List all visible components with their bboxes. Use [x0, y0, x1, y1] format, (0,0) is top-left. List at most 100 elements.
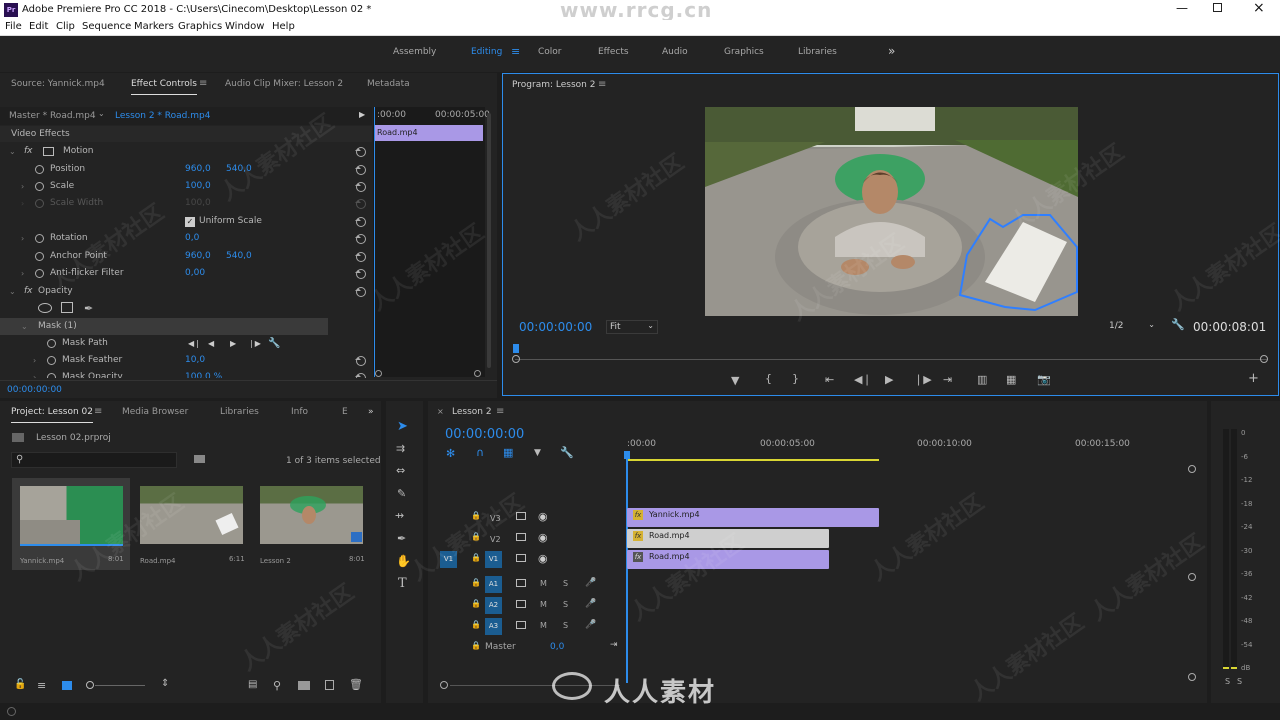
add-marker-icon[interactable]: ▼: [731, 374, 739, 387]
voice-over-icon[interactable]: 🎤: [585, 620, 596, 630]
menu-window[interactable]: Window: [225, 21, 264, 32]
property-value-x[interactable]: 960,0: [185, 161, 211, 178]
tab-source[interactable]: Source: Yannick.mp4: [11, 73, 105, 95]
expand-mask-icon[interactable]: ⌄: [21, 318, 28, 335]
mask-row[interactable]: ⌄ Mask (1): [0, 318, 328, 335]
workspace-graphics[interactable]: Graphics: [724, 47, 764, 57]
automate-to-sequence-icon[interactable]: ▤: [248, 679, 257, 690]
tab-e[interactable]: E: [342, 401, 348, 423]
mini-clip[interactable]: Road.mp4: [374, 125, 483, 141]
voice-over-icon[interactable]: 🎤: [585, 578, 596, 588]
lock-icon[interactable]: 🔒: [471, 553, 481, 562]
mute-button[interactable]: M: [540, 579, 547, 588]
scroll-handle[interactable]: [440, 681, 448, 689]
trash-icon[interactable]: 🗑: [349, 678, 363, 691]
new-item-icon[interactable]: [325, 680, 334, 690]
reset-icon[interactable]: [355, 182, 366, 192]
reset-icon[interactable]: [355, 147, 366, 157]
icon-view-icon[interactable]: [62, 681, 72, 690]
stopwatch-icon[interactable]: [47, 356, 56, 365]
tab-media-browser[interactable]: Media Browser: [122, 401, 188, 423]
reset-icon[interactable]: [355, 252, 366, 262]
track-name[interactable]: A3: [485, 618, 502, 635]
expand-icon[interactable]: ›: [21, 230, 24, 247]
voice-over-icon[interactable]: 🎤: [585, 599, 596, 609]
reset-icon[interactable]: [355, 356, 366, 366]
track-mask-forward-step-icon[interactable]: ❘▶: [248, 335, 261, 352]
program-scrub-bar[interactable]: [515, 359, 1267, 360]
track-name[interactable]: V1: [485, 551, 502, 568]
lock-icon[interactable]: 🔓: [14, 679, 26, 690]
solo-button[interactable]: S: [563, 600, 568, 609]
play-icon[interactable]: ▶: [359, 110, 365, 119]
pen-tool-icon[interactable]: ✒: [397, 532, 406, 545]
toggle-sync-icon[interactable]: [516, 600, 526, 608]
scroll-handle[interactable]: [1188, 465, 1196, 473]
mark-out-icon[interactable]: }: [792, 372, 799, 385]
sort-icon[interactable]: ⇕: [161, 678, 169, 689]
timeline-playhead-head[interactable]: [624, 451, 630, 459]
effect-controls-scrollbar[interactable]: [487, 113, 491, 368]
project-search-input[interactable]: ⚲: [11, 452, 177, 468]
step-forward-icon[interactable]: ❘▶: [914, 373, 932, 386]
stopwatch-icon[interactable]: [35, 182, 44, 191]
lock-icon[interactable]: 🔒: [471, 641, 481, 650]
ellipse-mask-icon[interactable]: [38, 303, 52, 313]
mini-playhead[interactable]: [374, 107, 375, 377]
wrench-icon[interactable]: 🔧: [268, 335, 280, 352]
track-name[interactable]: V2: [490, 535, 501, 544]
track-name[interactable]: A2: [485, 597, 502, 614]
lock-icon[interactable]: 🔒: [471, 599, 481, 608]
property-value[interactable]: 0,0: [185, 230, 199, 247]
effect-motion[interactable]: ⌄ fx Motion: [0, 143, 372, 160]
project-item-yannick[interactable]: Yannick.mp4 8:01: [12, 478, 130, 570]
program-playhead[interactable]: [513, 344, 519, 353]
timeline-horizontal-scroll[interactable]: [440, 681, 620, 689]
minimize-icon[interactable]: —: [1176, 1, 1188, 15]
mini-scroll-right-handle[interactable]: [474, 370, 481, 377]
work-area-bar[interactable]: [627, 459, 879, 461]
effect-controls-timecode[interactable]: 00:00:00:00: [7, 385, 62, 395]
maximize-icon[interactable]: [1213, 3, 1222, 12]
lock-icon[interactable]: 🔒: [471, 511, 481, 520]
menu-edit[interactable]: Edit: [29, 21, 48, 32]
button-editor-icon[interactable]: +: [1248, 371, 1259, 386]
expand-icon[interactable]: ›: [33, 352, 36, 369]
slider-handle[interactable]: [86, 681, 94, 689]
track-mask-backward-icon[interactable]: ◀: [208, 335, 214, 352]
tab-project[interactable]: Project: Lesson 02: [11, 401, 93, 423]
resolution-select[interactable]: 1/2 ⌄: [1106, 320, 1158, 334]
expand-icon[interactable]: ›: [33, 369, 36, 378]
scroll-handle[interactable]: [1188, 573, 1196, 581]
timeline-settings-icon[interactable]: 🔧: [560, 446, 574, 459]
new-bin-from-search-icon[interactable]: [194, 455, 205, 463]
workspace-libraries[interactable]: Libraries: [798, 47, 837, 57]
uniform-scale-checkbox[interactable]: ✓: [185, 217, 195, 227]
expand-motion-icon[interactable]: ⌄: [9, 143, 16, 160]
timeline-menu-icon[interactable]: ≡: [496, 401, 504, 423]
workspace-effects[interactable]: Effects: [598, 47, 629, 57]
workspace-editing[interactable]: Editing: [471, 47, 502, 57]
scroll-handle[interactable]: [1188, 673, 1196, 681]
scrub-left-handle[interactable]: [512, 355, 520, 363]
solo-button[interactable]: S: [563, 621, 568, 630]
export-frame-icon[interactable]: 📷: [1037, 373, 1051, 386]
clip-v1[interactable]: fx Road.mp4: [627, 550, 829, 569]
stopwatch-icon[interactable]: [35, 252, 44, 261]
slip-tool-icon[interactable]: ⇸: [395, 509, 404, 522]
stopwatch-icon[interactable]: [47, 339, 56, 348]
property-value[interactable]: 10,0: [185, 352, 205, 369]
expand-icon[interactable]: ›: [21, 265, 24, 282]
expand-opacity-icon[interactable]: ⌄: [9, 283, 16, 300]
scrub-right-handle[interactable]: [1260, 355, 1268, 363]
track-select-tool-icon[interactable]: ⇉: [396, 442, 405, 455]
timeline-ruler[interactable]: :00:00 00:00:05:00 00:00:10:00 00:00:15:…: [627, 435, 1187, 461]
mute-button[interactable]: M: [540, 621, 547, 630]
nest-icon[interactable]: ✻: [446, 447, 455, 460]
menu-file[interactable]: File: [5, 21, 22, 32]
stopwatch-icon[interactable]: [35, 269, 44, 278]
expand-icon[interactable]: ›: [21, 178, 24, 195]
list-view-icon[interactable]: ≡: [37, 679, 46, 692]
menu-sequence[interactable]: Sequence: [82, 21, 131, 32]
menu-graphics[interactable]: Graphics: [178, 21, 222, 32]
